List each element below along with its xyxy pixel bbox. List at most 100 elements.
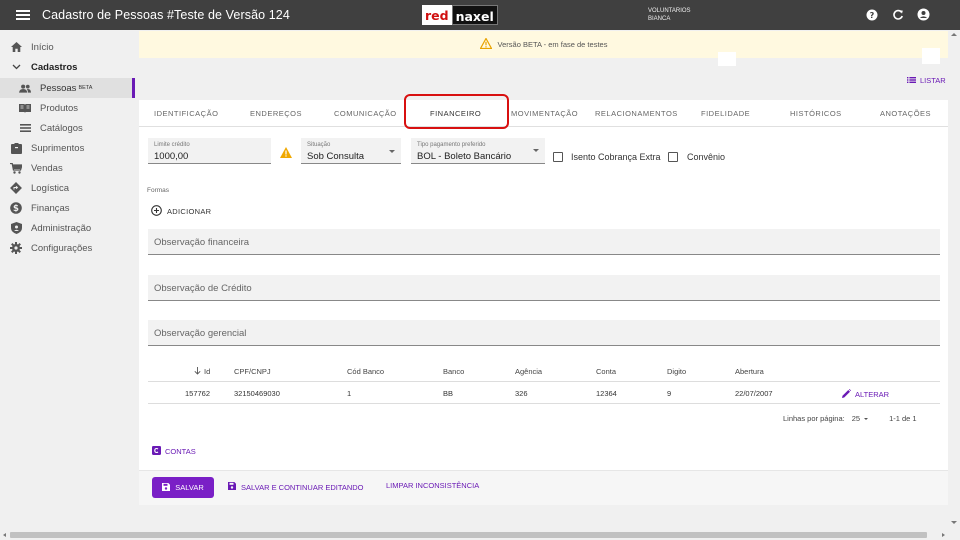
- tab-highlight-box: [404, 94, 509, 129]
- tab-anotacoes[interactable]: ANOTAÇÕES: [880, 100, 931, 127]
- column-digito[interactable]: Digito: [667, 367, 686, 376]
- account-icon[interactable]: [917, 8, 930, 21]
- sidebar-item-vendas[interactable]: Vendas: [0, 158, 135, 178]
- sidebar-item-label: Cadastros: [31, 61, 78, 73]
- sidebar-item-logistica[interactable]: Logística: [0, 178, 135, 198]
- listar-button[interactable]: LISTAR: [907, 76, 946, 85]
- sidebar-item-label: Catálogos: [40, 122, 83, 134]
- scroll-down-icon[interactable]: [951, 521, 957, 524]
- column-cod-banco[interactable]: Cód Banco: [347, 367, 384, 376]
- observacao-gerencial-field[interactable]: Observação gerencial: [148, 320, 940, 346]
- tab-bar: IDENTIFICAÇÃO ENDEREÇOS COMUNICAÇÃO FINA…: [139, 94, 948, 129]
- banner-text: Versão BETA - em fase de testes: [497, 40, 608, 49]
- column-banco[interactable]: Banco: [443, 367, 464, 376]
- dropdown-arrow-icon: [389, 150, 395, 153]
- shield-icon: [10, 222, 22, 234]
- sidebar-item-catalogos[interactable]: Catálogos: [0, 118, 135, 138]
- list-icon: [907, 76, 916, 85]
- pencil-icon: [842, 389, 851, 400]
- tab-enderecos[interactable]: ENDEREÇOS: [250, 100, 302, 127]
- tipo-pagamento-select[interactable]: Tipo pagamento preferido BOL - Boleto Ba…: [411, 138, 545, 164]
- scroll-left-icon[interactable]: [3, 533, 6, 537]
- column-abertura[interactable]: Abertura: [735, 367, 764, 376]
- cell-abertura: 22/07/2007: [735, 389, 773, 398]
- salvar-button[interactable]: SALVAR: [152, 477, 214, 498]
- cell-id: 157762: [185, 389, 211, 398]
- pagination-range: 1-1 de 1: [889, 414, 917, 423]
- sidebar-item-label: Pessoas: [40, 82, 77, 94]
- sidebar-item-produtos[interactable]: Produtos: [0, 98, 135, 118]
- field-label: Tipo pagamento preferido: [417, 142, 486, 148]
- column-conta[interactable]: Conta: [596, 367, 616, 376]
- column-cpf[interactable]: CPF/CNPJ: [234, 367, 271, 376]
- beta-banner: Versão BETA - em fase de testes: [139, 31, 948, 58]
- sidebar-item-pessoas[interactable]: Pessoas BETA: [0, 78, 135, 98]
- svg-text:?: ?: [869, 10, 874, 19]
- cell-cod-banco: 1: [347, 389, 352, 398]
- list-icon: [19, 122, 31, 134]
- isento-cobranca-label: Isento Cobrança Extra: [571, 152, 661, 162]
- warning-icon: [479, 37, 493, 51]
- contas-button[interactable]: CONTAS: [152, 446, 196, 457]
- cell-digito: 9: [667, 389, 672, 398]
- arrow-down-icon: [194, 367, 201, 377]
- bank-account-icon: [152, 446, 161, 457]
- sidebar-item-configuracoes[interactable]: Configurações: [0, 238, 135, 258]
- sidebar-item-inicio[interactable]: Início: [0, 37, 135, 57]
- tab-fidelidade[interactable]: FIDELIDADE: [701, 100, 750, 127]
- book-icon: [19, 102, 31, 114]
- sidebar-item-label: Configurações: [31, 242, 93, 254]
- observacao-credito-field[interactable]: Observação de Crédito: [148, 275, 940, 301]
- sidebar-item-label: Finanças: [31, 202, 70, 214]
- cart-icon: [10, 162, 22, 174]
- limite-credito-field[interactable]: Limite crédito 1000,00: [148, 138, 271, 164]
- menu-icon[interactable]: [16, 10, 30, 20]
- scrollbar-thumb[interactable]: [10, 532, 927, 538]
- add-circle-icon: [151, 205, 162, 218]
- help-icon[interactable]: ?: [865, 8, 878, 21]
- alterar-button[interactable]: ALTERAR: [842, 389, 889, 400]
- sidebar-item-label: Logística: [31, 182, 70, 194]
- table-row: 157762 32150469030 1 BB 326 12364 9 22/0…: [148, 382, 940, 404]
- isento-cobranca-checkbox[interactable]: [553, 152, 563, 162]
- tab-comunicacao[interactable]: COMUNICAÇÃO: [334, 100, 397, 127]
- listar-label: LISTAR: [920, 76, 946, 85]
- formas-label: Formas: [147, 187, 170, 194]
- rows-per-page-select[interactable]: 25: [852, 414, 869, 423]
- sidebar-item-label: Vendas: [31, 162, 63, 174]
- sidebar-item-cadastros[interactable]: Cadastros: [0, 57, 135, 77]
- sidebar-item-label: Início: [31, 41, 54, 53]
- tab-relacionamentos[interactable]: RELACIONAMENTOS: [595, 100, 678, 127]
- tab-historicos[interactable]: HISTÓRICOS: [790, 100, 842, 127]
- situacao-select[interactable]: Situação Sob Consulta: [301, 138, 401, 164]
- horizontal-scrollbar[interactable]: [0, 530, 950, 540]
- column-agencia[interactable]: Agência: [515, 367, 542, 376]
- cell-conta: 12364: [596, 389, 617, 398]
- limpar-inconsistencia-button[interactable]: LIMPAR INCONSISTÊNCIA: [386, 481, 479, 490]
- salvar-continuar-button[interactable]: SALVAR E CONTINUAR EDITANDO: [228, 482, 364, 492]
- dollar-icon: $: [10, 202, 22, 214]
- tab-identificacao[interactable]: IDENTIFICAÇÃO: [154, 100, 218, 127]
- scroll-up-icon[interactable]: [951, 33, 957, 36]
- convenio-checkbox[interactable]: [668, 152, 678, 162]
- sidebar-item-administracao[interactable]: Administração: [0, 218, 135, 238]
- scroll-right-icon[interactable]: [942, 533, 945, 537]
- cell-cpf: 32150469030: [234, 389, 280, 398]
- beta-badge: BETA: [78, 85, 93, 91]
- adicionar-button[interactable]: ADICIONAR: [151, 205, 211, 218]
- gear-icon: [10, 242, 22, 254]
- cell-agencia: 326: [515, 389, 528, 398]
- form-card: IDENTIFICAÇÃO ENDEREÇOS COMUNICAÇÃO FINA…: [139, 94, 948, 505]
- sidebar-item-financas[interactable]: $ Finanças: [0, 198, 135, 218]
- convenio-label: Convênio: [687, 152, 726, 162]
- home-icon: [10, 41, 22, 53]
- observacao-financeira-field[interactable]: Observação financeira: [148, 229, 940, 255]
- sidebar-item-label: Produtos: [40, 102, 79, 114]
- sidebar-item-suprimentos[interactable]: Suprimentos: [0, 138, 135, 158]
- tab-movimentacao[interactable]: MOVIMENTAÇÃO: [511, 100, 578, 127]
- user-name: BIANCA: [648, 16, 671, 22]
- sort-column-id[interactable]: Id: [194, 367, 210, 377]
- box-icon: [10, 142, 22, 154]
- refresh-icon[interactable]: [891, 8, 904, 21]
- company-logo: red naxel: [422, 5, 498, 25]
